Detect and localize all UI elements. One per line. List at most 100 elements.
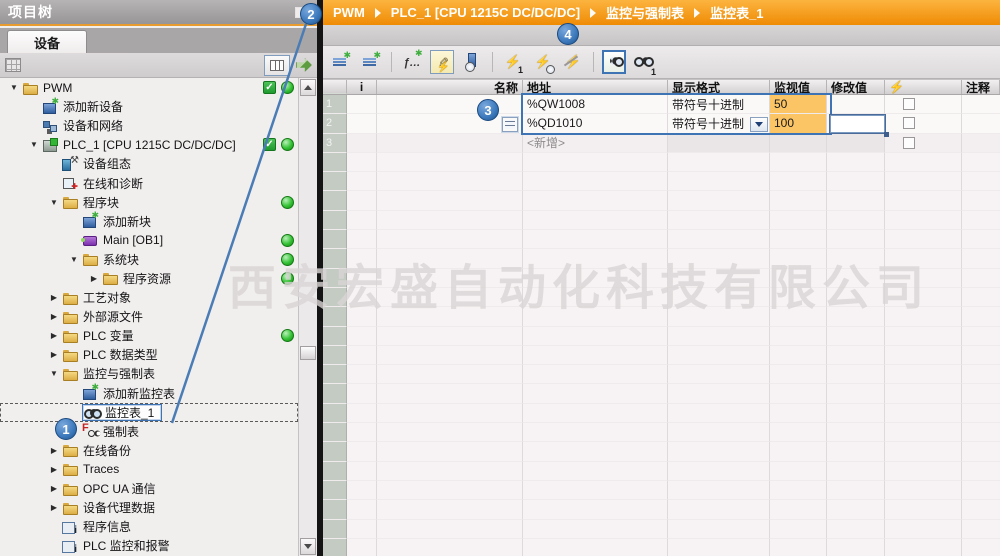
tree-item-设备代理数据[interactable]: ▶ 设备代理数据 <box>0 498 298 517</box>
tree-item-添加新设备[interactable]: 添加新设备 <box>0 96 298 116</box>
cell-comment[interactable] <box>962 95 1000 115</box>
cell-format[interactable] <box>668 326 770 346</box>
cell-address[interactable] <box>523 345 668 366</box>
cell-name[interactable] <box>377 461 523 481</box>
breadcrumb-segment[interactable]: 监控与强制表 <box>606 3 684 22</box>
cell-monitor-value[interactable] <box>770 461 827 481</box>
expand-arrow-icon[interactable]: ▼ <box>46 369 62 378</box>
cell-name[interactable] <box>377 500 523 520</box>
cell-name[interactable] <box>377 403 523 424</box>
cell-i[interactable] <box>347 403 377 424</box>
tree-item-添加新监控表[interactable]: 添加新监控表 <box>0 382 298 403</box>
cell-modify-value[interactable] <box>827 423 885 443</box>
cell-name[interactable] <box>377 326 523 346</box>
cell-format[interactable] <box>668 152 770 173</box>
cell-modify-enable[interactable] <box>885 442 962 462</box>
tree-item-PWM[interactable]: ▼ PWM ✓ <box>0 78 298 97</box>
cell-i[interactable] <box>347 133 377 153</box>
cell-name[interactable] <box>377 365 523 385</box>
tree-item-监控表_1[interactable]: 监控表_1 <box>0 402 298 422</box>
cell-format[interactable] <box>668 480 770 501</box>
cell-modify-value[interactable] <box>827 519 885 539</box>
cell-address[interactable] <box>523 152 668 173</box>
cell-modify-value[interactable] <box>827 152 885 173</box>
cell-modify-value[interactable] <box>827 442 885 462</box>
cell-modify-value[interactable] <box>827 230 885 250</box>
edit-cell-handle[interactable] <box>884 132 889 137</box>
expand-arrow-icon[interactable]: ▼ <box>66 255 82 264</box>
cell-modify-enable[interactable] <box>885 480 962 501</box>
modify-once-icon[interactable] <box>501 50 525 75</box>
cell-modify-enable[interactable] <box>885 230 962 250</box>
cell-format[interactable]: 带符号十进制 <box>668 95 770 115</box>
cell-modify-value[interactable] <box>827 403 885 424</box>
column-header-modify-enable[interactable]: ⚡ <box>885 80 962 94</box>
cell-modify-enable[interactable] <box>885 365 962 385</box>
cell-modify-enable[interactable] <box>885 172 962 192</box>
cell-name[interactable] <box>377 210 523 231</box>
column-header-comment[interactable]: 注释 <box>962 80 1000 94</box>
cell-i[interactable] <box>347 172 377 192</box>
tree-item-Traces[interactable]: ▶ Traces <box>0 460 298 479</box>
column-header-monitor-value[interactable]: 监视值 <box>770 80 827 94</box>
cell-monitor-value[interactable] <box>770 403 827 424</box>
cell-comment[interactable] <box>962 172 1000 192</box>
sort-icon[interactable] <box>5 58 21 72</box>
cell-comment[interactable] <box>962 481 1000 501</box>
cell-i[interactable] <box>347 210 377 231</box>
cell-i[interactable] <box>347 461 377 481</box>
cell-monitor-value[interactable] <box>770 500 827 520</box>
cell-i[interactable] <box>347 365 377 385</box>
cell-modify-value[interactable] <box>827 95 885 115</box>
cell-modify-value[interactable] <box>827 365 885 385</box>
cell-comment[interactable] <box>962 384 1000 404</box>
cell-address[interactable] <box>523 210 668 231</box>
cell-monitor-value[interactable] <box>770 538 827 556</box>
cell-name[interactable] <box>377 172 523 192</box>
tree-item-程序信息[interactable]: 程序信息 <box>0 517 298 536</box>
cell-format[interactable] <box>668 500 770 520</box>
cell-address[interactable] <box>523 423 668 443</box>
cell-comment[interactable] <box>962 327 1000 346</box>
cell-modify-value[interactable] <box>827 461 885 481</box>
cell-modify-value[interactable] <box>827 480 885 501</box>
cell-address[interactable] <box>523 519 668 539</box>
modify-enable-checkbox[interactable] <box>903 136 915 149</box>
cell-i[interactable] <box>347 500 377 520</box>
cell-monitor-value[interactable] <box>770 384 827 404</box>
cell-format[interactable] <box>668 538 770 556</box>
cell-modify-value[interactable] <box>827 191 885 211</box>
cell-address[interactable]: <新增> <box>523 133 668 153</box>
cell-comment[interactable] <box>962 365 1000 385</box>
tree-item-在线备份[interactable]: ▶ 在线备份 <box>0 441 298 460</box>
cell-format[interactable] <box>668 172 770 192</box>
cell-monitor-value[interactable] <box>770 345 827 366</box>
cell-i[interactable] <box>347 152 377 173</box>
cell-comment[interactable] <box>962 404 1000 424</box>
cell-comment[interactable] <box>962 500 1000 520</box>
collapse-arrow-icon[interactable]: ▶ <box>46 465 62 474</box>
cell-name[interactable] <box>377 191 523 211</box>
cell-modify-enable[interactable] <box>885 152 962 173</box>
tree-item-在线和诊断[interactable]: 在线和诊断 <box>0 173 298 192</box>
tree-item-程序块[interactable]: ▼ 程序块 <box>0 193 298 212</box>
cell-comment[interactable] <box>962 346 1000 366</box>
collapse-panel-icon[interactable] <box>295 6 309 18</box>
breadcrumb-segment[interactable]: 监控表_1 <box>710 3 763 22</box>
column-header-format[interactable]: 显示格式 <box>668 80 770 94</box>
insert-row-icon[interactable] <box>329 50 353 74</box>
cell-modify-value[interactable] <box>827 133 885 153</box>
tree-item-Main-[OB1][interactable]: Main [OB1] <box>0 231 298 250</box>
cell-modify-enable[interactable] <box>885 114 962 134</box>
cell-i[interactable] <box>347 114 377 134</box>
add-row-icon[interactable] <box>359 50 383 74</box>
modify-enable-checkbox[interactable] <box>903 98 915 111</box>
cell-comment[interactable] <box>962 539 1000 556</box>
cell-i[interactable] <box>347 480 377 501</box>
cell-comment[interactable] <box>962 230 1000 250</box>
collapse-arrow-icon[interactable]: ▶ <box>86 274 102 283</box>
cell-format[interactable] <box>668 384 770 404</box>
collapse-arrow-icon[interactable]: ▶ <box>46 312 62 321</box>
trigger-column-icon[interactable] <box>460 50 484 74</box>
cell-comment[interactable] <box>962 211 1000 231</box>
